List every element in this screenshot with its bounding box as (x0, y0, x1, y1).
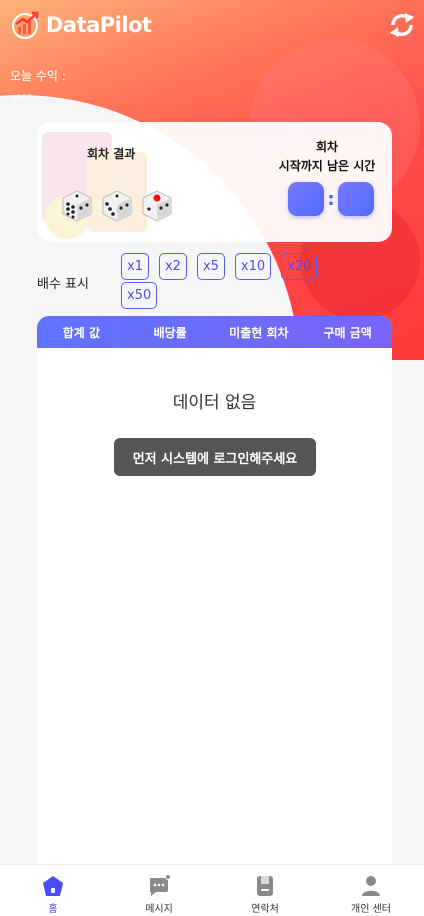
lottery-background-image (42, 132, 147, 239)
column-missed-rounds: 미출현 회차 (229, 325, 289, 340)
dice-result (59, 188, 175, 224)
die-three-icon (102, 190, 132, 222)
die-one-icon (142, 190, 172, 222)
tab-messages[interactable]: 메시지 (106, 865, 212, 916)
app-header: DataPilot (0, 0, 424, 50)
tab-messages-label: 메시지 (145, 904, 173, 915)
countdown-minutes (288, 182, 324, 216)
countdown-seconds (338, 182, 374, 216)
refresh-icon[interactable] (388, 12, 416, 38)
table-header: 합계 값 배당률 미출현 회차 구매 금액 (37, 316, 392, 348)
tab-profile[interactable]: 개인 센터 (318, 865, 424, 916)
countdown-label: 회차 시작까지 남은 시간 (272, 138, 382, 176)
multiplier-x5-button[interactable]: x5 (196, 253, 225, 280)
empty-state-text: 데이터 없음 (172, 393, 257, 413)
data-table: 합계 값 배당률 미출현 회차 구매 금액 데이터 없음 먼저 시스템에 로그인… (37, 316, 392, 876)
multiplier-x50-button[interactable]: x50 (121, 282, 158, 309)
contacts-icon (257, 876, 273, 896)
user-icon (362, 876, 380, 896)
today-profit-label: 오늘 수익 : (10, 69, 66, 83)
tab-contacts-label: 연락처 (251, 904, 279, 915)
tab-contacts[interactable]: 연락처 (212, 865, 318, 916)
login-prompt-button[interactable]: 먼저 시스템에 로그인해주세요 (114, 438, 316, 476)
balance-label: 잔액 : (10, 93, 40, 107)
tab-profile-label: 개인 센터 (351, 904, 391, 915)
column-purchase-amount: 구매 금액 (323, 325, 372, 340)
round-result-label: 회차 결과 (87, 147, 136, 161)
chart-logo-icon (12, 11, 39, 39)
countdown-separator: : (327, 188, 335, 210)
app-title: DataPilot (46, 13, 152, 37)
multiplier-x2-button[interactable]: x2 (158, 253, 187, 280)
multiplier-x1-button[interactable]: x1 (121, 253, 149, 280)
home-icon (43, 876, 63, 896)
multiplier-x20-button[interactable]: x20 (281, 253, 318, 280)
column-odds: 배당률 (153, 325, 187, 340)
countdown-label-line2: 시작까지 남은 시간 (278, 159, 376, 173)
countdown-timer: : (288, 182, 374, 216)
column-sum-value: 합계 값 (62, 325, 101, 340)
message-icon (150, 874, 171, 896)
multiplier-label: 배수 표시 (37, 277, 89, 292)
multiplier-x10-button[interactable]: x10 (234, 253, 272, 280)
tab-home[interactable]: 홈 (0, 865, 106, 916)
tab-home-label: 홈 (48, 904, 58, 915)
countdown-label-line1: 회차 (315, 140, 339, 154)
round-card: 회차 결과 회차 시작까지 남은 시간: (37, 122, 392, 242)
bottom-tab-bar: 홈 메시지 연락처 개인 센터 (0, 864, 424, 916)
die-six-icon (62, 190, 92, 222)
multiplier-options: x1 x2 x5 x10 x20 x50 (121, 253, 341, 309)
